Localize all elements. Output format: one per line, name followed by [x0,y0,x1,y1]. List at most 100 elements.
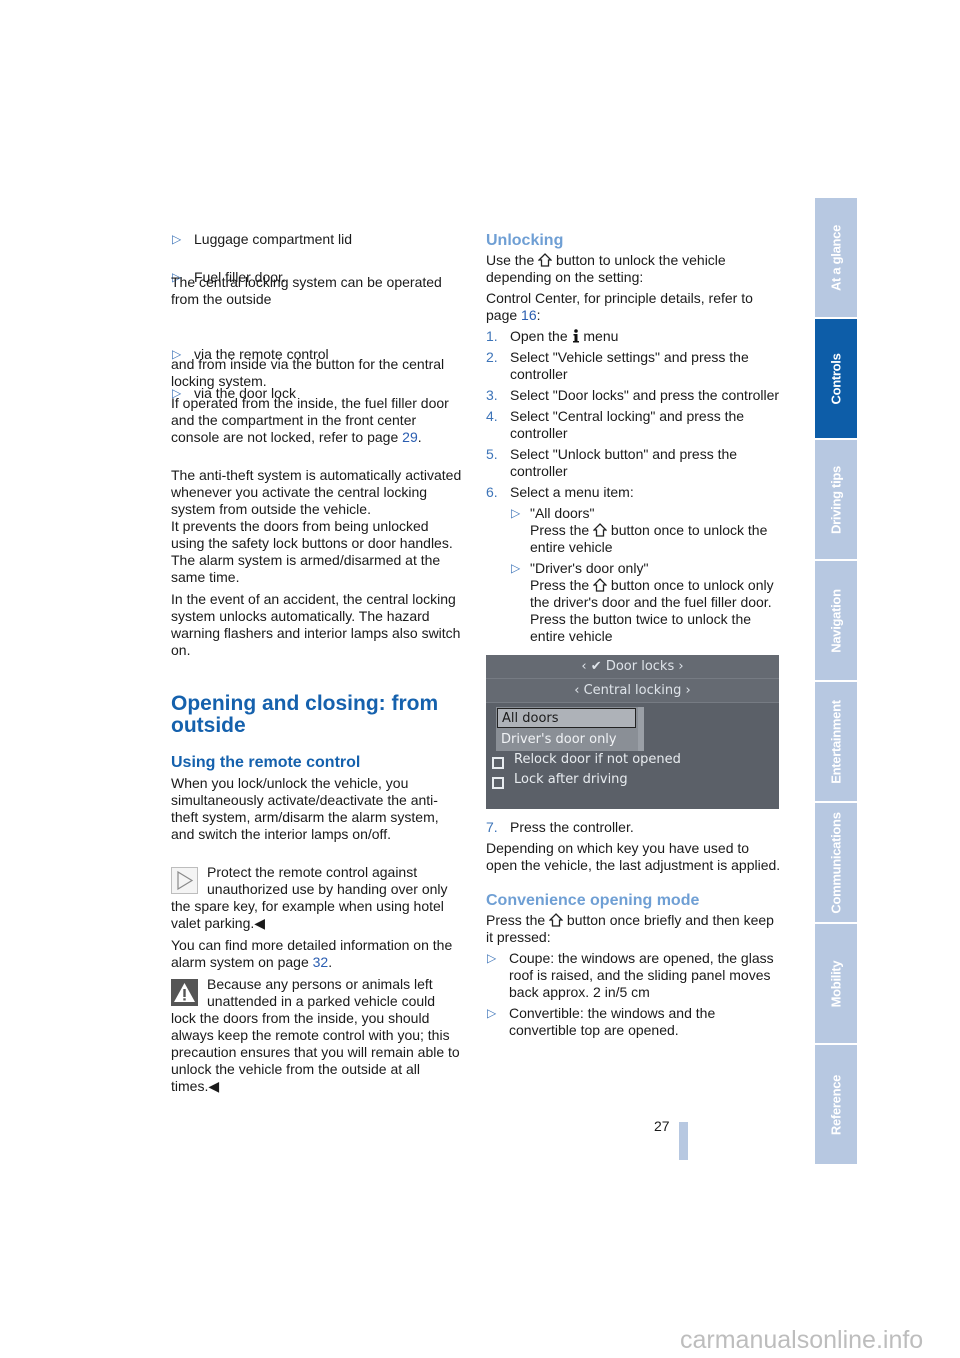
right-column: Unlocking Use the button to unlock the v… [486,231,782,1039]
tab-controls[interactable]: Controls [815,319,857,438]
list-item: ▷ Luggage compartment lid [171,231,486,248]
page-marker [679,1122,688,1160]
control-display-screenshot: ‹ ✔ Door locks › ‹ Central locking › All… [486,655,779,809]
option-drivers-door: Driver's door only [501,732,617,747]
text: Open the [510,328,568,344]
page-link[interactable]: 29 [402,429,418,445]
step-number: 2. [486,349,498,365]
paragraph: and from inside via the button for the c… [171,356,445,389]
list-item-text: Luggage compartment lid [194,231,352,247]
tab-communications[interactable]: Communications [815,803,857,922]
text: Select a menu item: [510,484,634,500]
bullet-icon: ▷ [511,506,521,520]
text: The anti-theft system is automatically a… [171,467,462,517]
door-lock-icon: ✔ [590,659,602,674]
tab-mobility[interactable]: Mobility [815,924,857,1043]
tab-label: Mobility [828,960,844,1007]
screen-subheader-text: Central locking [583,683,682,698]
paragraph: Control Center, for principle details, r… [486,290,782,324]
paragraph: The central locking system can be operat… [171,274,442,307]
checkbox-label: Relock door if not opened [514,752,681,767]
watermark: carmanualsonline.info [680,1326,924,1354]
home-icon [593,578,608,592]
paragraph: Depending on which key you have used to … [486,840,781,873]
tab-label: Communications [828,811,844,914]
checkbox-icon [492,757,504,769]
paragraph: If operated from the inside, the fuel fi… [171,395,451,446]
step: 6. Select a menu item: [486,484,782,501]
tab-at-a-glance[interactable]: At a glance [815,198,857,317]
info-icon [572,329,579,343]
sub-item: ▷ "All doors" Press the button once to unl… [486,505,782,556]
paragraph: Use the button to unlock the vehicle dep… [486,252,782,286]
step: 1. Open the menu [486,328,782,345]
step-number: 7. [486,819,498,835]
tab-driving-tips[interactable]: Driving tips [815,440,857,559]
tab-label: Entertainment [828,699,844,784]
list-item: ▷ Coupe: the windows are opened, the glas… [486,950,782,1001]
step-number: 3. [486,387,498,403]
text: Select "Unlock button" and press the con… [510,446,738,479]
subsection-title: Unlocking [486,232,564,249]
home-icon [549,913,564,927]
home-icon [593,523,608,537]
tab-label: Driving tips [828,465,844,534]
text: menu [583,328,619,344]
end-mark-icon: ◀ [254,915,266,931]
text: Press the controller. [510,819,634,835]
list-item-text: Convertible: the windows and the convert… [509,1005,716,1038]
text: "All doors" [530,505,595,521]
paragraph: When you lock/unlock the vehicle, you si… [171,775,439,842]
note: Protect the remote control against unaut… [171,864,463,932]
bullet-icon: ▷ [487,1006,497,1020]
subsection-title: Convenience opening mode [486,892,700,909]
bullet-icon: ▷ [172,232,182,246]
text: . [417,429,422,445]
option-all-doors: All doors [497,708,636,728]
warning: Because any persons or animals left unat… [171,976,463,1095]
section-title: Opening and closing: from outside [171,692,439,737]
step-number: 1. [486,328,498,344]
warning-text: Because any persons or animals left unat… [171,976,460,1094]
tab-entertainment[interactable]: Entertainment [815,682,857,801]
text: Press the button twice to unlock the ent… [530,611,752,644]
checkbox-icon [492,777,504,789]
step: 2. Select "Vehicle settings" and press th… [486,349,782,383]
step: 7. Press the controller. [486,819,782,836]
step: 5. Select "Unlock button" and press the c… [486,446,782,480]
tab-label: Navigation [828,588,844,653]
tab-label: Controls [828,352,844,405]
home-icon [538,253,553,267]
text: "Driver's door only" [530,560,649,576]
tab-label: At a glance [828,224,844,291]
text: Press the [530,522,590,538]
paragraph: Press the button once briefly and then k… [486,912,782,946]
screen-subheader: ‹ Central locking › [486,679,779,703]
subsection-title: Using the remote control [171,754,361,771]
page-link[interactable]: 16 [521,307,537,323]
end-mark-icon: ◀ [208,1078,220,1094]
page-link[interactable]: 32 [313,954,329,970]
text: Press the [486,912,546,928]
text: You can find more detailed information o… [171,937,453,970]
text: Select "Door locks" and press the contro… [510,387,780,403]
warning-icon [171,979,198,1006]
checkbox-label: Lock after driving [514,772,628,787]
page-number: 27 [654,1118,670,1134]
bullet-icon: ▷ [487,951,497,965]
step: 4. Select "Central locking" and press the… [486,408,782,442]
text: Press the [530,577,590,593]
tab-reference[interactable]: Reference [815,1045,857,1164]
text: Use the [486,252,535,268]
step: 3. Select "Door locks" and press the cont… [486,387,782,404]
screen-header-text: Door locks [605,659,675,674]
text: Select "Central locking" and press the c… [510,408,745,441]
text: . [328,954,333,970]
step-number: 6. [486,484,498,500]
tab-label: Reference [828,1074,844,1135]
list-item: ▷ Convertible: the windows and the conver… [486,1005,782,1039]
tab-navigation[interactable]: Navigation [815,561,857,680]
note-triangle-icon [171,867,198,894]
text: It prevents the doors from being unlocke… [171,518,453,585]
bullet-icon: ▷ [511,561,521,575]
